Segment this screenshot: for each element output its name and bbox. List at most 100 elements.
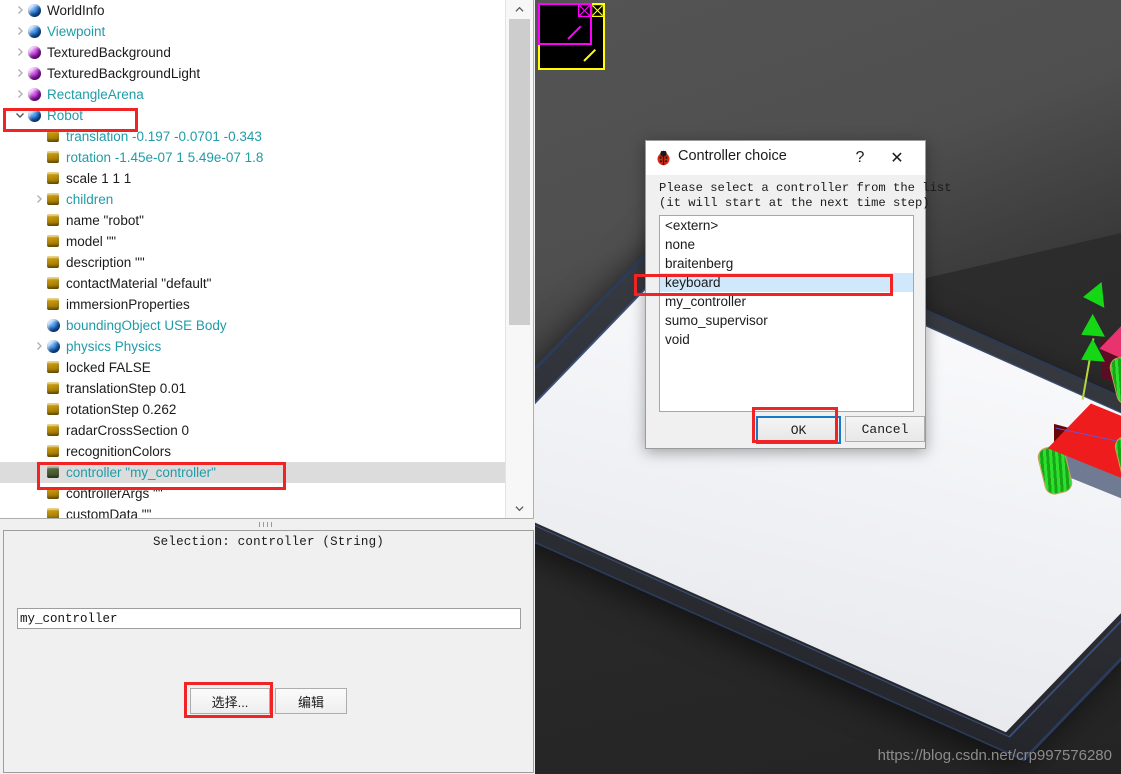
controller-list-item[interactable]: keyboard xyxy=(660,273,913,292)
field-cube-gold-icon xyxy=(47,151,60,164)
scrollbar-thumb[interactable] xyxy=(509,19,530,325)
tree-item-label: translation -0.197 -0.0701 -0.343 xyxy=(66,129,262,144)
controller-list-item[interactable]: <extern> xyxy=(660,216,913,235)
node-sphere-purple-icon xyxy=(28,67,41,80)
tree-item-label: boundingObject USE Body xyxy=(66,318,227,333)
tree-item[interactable]: controllerArgs "" xyxy=(0,483,505,504)
tree-item[interactable]: radarCrossSection 0 xyxy=(0,420,505,441)
dialog-button-row: OK Cancel xyxy=(646,416,925,448)
ladybug-icon xyxy=(655,149,672,166)
chevron-right-icon[interactable] xyxy=(33,189,45,210)
scene-tree-scrollbar[interactable] xyxy=(505,0,533,518)
selection-label: Selection: controller (String) xyxy=(152,535,385,549)
tree-item-label: controller "my_controller" xyxy=(66,465,216,480)
tree-item[interactable]: translation -0.197 -0.0701 -0.343 xyxy=(0,126,505,147)
controller-value-input[interactable]: my_controller xyxy=(17,608,521,629)
tree-item[interactable]: immersionProperties xyxy=(0,294,505,315)
field-cube-gold-icon xyxy=(47,214,60,227)
tree-item[interactable]: recognitionColors xyxy=(0,441,505,462)
tree-item[interactable]: TexturedBackground xyxy=(0,42,505,63)
scene-tree-panel: WorldInfo Viewpoint TexturedBackground Text… xyxy=(0,0,534,519)
field-cube-gold-icon xyxy=(47,277,60,290)
controller-list-item[interactable]: braitenberg xyxy=(660,254,913,273)
tree-item-label: name "robot" xyxy=(66,213,144,228)
tree-item[interactable]: rotationStep 0.262 xyxy=(0,399,505,420)
overlay-diagonal-yellow xyxy=(583,48,597,62)
chevron-right-icon[interactable] xyxy=(14,42,26,63)
controller-list-item[interactable]: my_controller xyxy=(660,292,913,311)
chevron-right-icon[interactable] xyxy=(14,63,26,84)
tree-item[interactable]: name "robot" xyxy=(0,210,505,231)
node-sphere-blue-icon xyxy=(47,340,60,353)
field-cube-gold-icon xyxy=(47,403,60,416)
ok-button[interactable]: OK xyxy=(756,416,841,444)
help-button[interactable]: ? xyxy=(849,147,871,168)
tree-item[interactable]: translationStep 0.01 xyxy=(0,378,505,399)
chevron-down-icon[interactable] xyxy=(14,105,26,126)
tree-item[interactable]: contactMaterial "default" xyxy=(0,273,505,294)
close-icon[interactable]: ✕ xyxy=(886,147,908,168)
chevron-right-icon[interactable] xyxy=(14,84,26,105)
tree-item-label: rotationStep 0.262 xyxy=(66,402,177,417)
tree-item-label: physics Physics xyxy=(66,339,162,354)
controller-choice-dialog: Controller choice ? ✕ Please select a co… xyxy=(645,140,952,449)
overlay-diagonal-magenta xyxy=(567,25,582,40)
tree-item[interactable]: children xyxy=(0,189,505,210)
tree-item-label: TexturedBackgroundLight xyxy=(47,66,201,81)
tree-item[interactable]: scale 1 1 1 xyxy=(0,168,505,189)
scroll-up-button[interactable] xyxy=(506,0,533,19)
tree-item-label: rotation -1.45e-07 1 5.49e-07 1.8 xyxy=(66,150,264,165)
tree-item-label: customData "" xyxy=(66,507,152,518)
tree-item[interactable]: rotation -1.45e-07 1 5.49e-07 1.8 xyxy=(0,147,505,168)
controller-list-item[interactable]: sumo_supervisor xyxy=(660,311,913,330)
tree-item-label: locked FALSE xyxy=(66,360,151,375)
tree-item-label: children xyxy=(66,192,114,207)
field-editor-panel: Selection: controller (String) my_contro… xyxy=(3,530,534,773)
tree-item-label: controllerArgs "" xyxy=(66,486,163,501)
field-cube-gold-icon xyxy=(47,172,60,185)
chevron-right-icon[interactable] xyxy=(14,0,26,21)
tree-item[interactable]: controller "my_controller" xyxy=(0,462,505,483)
tree-item[interactable]: boundingObject USE Body xyxy=(0,315,505,336)
tree-item-label: description "" xyxy=(66,255,145,270)
tree-item[interactable]: RectangleArena xyxy=(0,84,505,105)
controller-list-item[interactable]: void xyxy=(660,330,913,349)
scene-tree-list[interactable]: WorldInfo Viewpoint TexturedBackground Text… xyxy=(0,0,505,518)
overlay-close-icon-yellow[interactable] xyxy=(591,4,604,17)
tree-item[interactable]: Viewpoint xyxy=(0,21,505,42)
node-sphere-blue-icon xyxy=(28,4,41,17)
tree-item[interactable]: physics Physics xyxy=(0,336,505,357)
tree-item[interactable]: TexturedBackgroundLight xyxy=(0,63,505,84)
field-cube-dark-icon xyxy=(47,466,60,479)
dialog-titlebar[interactable]: Controller choice ? ✕ xyxy=(646,141,925,175)
webots-window: WorldInfo Viewpoint TexturedBackground Text… xyxy=(0,0,1121,774)
overlay-close-icon-magenta[interactable] xyxy=(578,4,591,17)
node-sphere-purple-icon xyxy=(28,88,41,101)
highlight-box-select-button xyxy=(184,682,273,718)
field-cube-gold-icon xyxy=(47,508,60,518)
controller-list[interactable]: <extern> none braitenberg keyboard my_contro… xyxy=(659,215,914,412)
controller-list-item[interactable]: none xyxy=(660,235,913,254)
overlay-panel-magenta[interactable] xyxy=(538,3,592,45)
cancel-button[interactable]: Cancel xyxy=(845,416,925,442)
chevron-right-icon[interactable] xyxy=(33,336,45,357)
field-cube-gold-icon xyxy=(47,487,60,500)
tree-item-label: model "" xyxy=(66,234,117,249)
tree-item-label: contactMaterial "default" xyxy=(66,276,212,291)
tree-item[interactable]: locked FALSE xyxy=(0,357,505,378)
tree-item[interactable]: customData "" xyxy=(0,504,505,518)
translation-handle-arrow-icon[interactable] xyxy=(1081,282,1105,310)
tree-item[interactable]: model "" xyxy=(0,231,505,252)
tree-item[interactable]: Robot xyxy=(0,105,505,126)
tree-item-label: RectangleArena xyxy=(47,87,144,102)
tree-item[interactable]: WorldInfo xyxy=(0,0,505,21)
chevron-right-icon[interactable] xyxy=(14,21,26,42)
field-cube-gold-icon xyxy=(47,382,60,395)
tree-item[interactable]: description "" xyxy=(0,252,505,273)
tree-item-label: recognitionColors xyxy=(66,444,172,459)
panel-splitter[interactable] xyxy=(0,519,533,530)
tree-item-label: translationStep 0.01 xyxy=(66,381,187,396)
scroll-down-button[interactable] xyxy=(506,499,533,518)
node-sphere-blue-icon xyxy=(28,109,41,122)
edit-button[interactable]: 编辑 xyxy=(275,688,347,714)
